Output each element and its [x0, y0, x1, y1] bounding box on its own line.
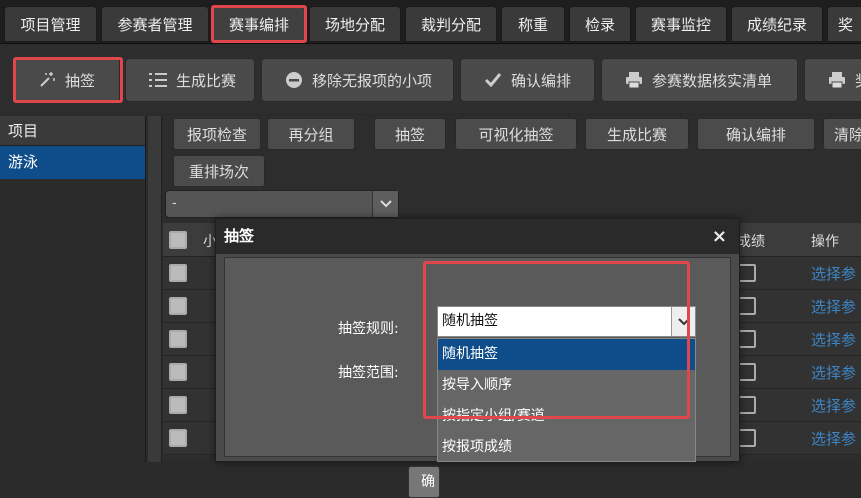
- chevron-down-icon: [671, 307, 695, 336]
- tab-participant-management[interactable]: 参赛者管理: [101, 6, 209, 42]
- generate-matches-sub-button[interactable]: 生成比赛: [585, 118, 689, 150]
- print-award-label: 奖: [855, 70, 861, 91]
- draw-lots-dialog: 抽签 × 抽签规则: 抽签范围: 随机抽签 随机抽签 按导入顺序 按指定小组/赛…: [215, 218, 740, 498]
- select-participant-link[interactable]: 选择参: [811, 428, 856, 449]
- tab-event-scheduling[interactable]: 赛事编排: [213, 6, 305, 42]
- visual-draw-button[interactable]: 可视化抽签: [455, 118, 577, 150]
- row-checkbox[interactable]: [169, 396, 187, 414]
- tab-event-monitor[interactable]: 赛事监控: [635, 6, 727, 42]
- minus-circle-icon: [284, 70, 304, 90]
- draw-lots-button[interactable]: 抽签: [14, 58, 120, 102]
- row-checkbox[interactable]: [169, 297, 187, 315]
- reschedule-button[interactable]: 重排场次: [173, 155, 265, 187]
- numbered-list-icon: [148, 70, 168, 90]
- tab-weigh-in[interactable]: 称重: [501, 6, 565, 42]
- select-participant-link[interactable]: 选择参: [811, 296, 856, 317]
- magic-wand-icon: [37, 70, 57, 90]
- dialog-title: 抽签: [224, 227, 255, 245]
- printer-icon: [827, 70, 847, 90]
- option-specified-group-lane[interactable]: 按指定小组/赛道: [438, 401, 695, 432]
- row-result-checkbox[interactable]: [738, 330, 756, 348]
- option-by-entry-results[interactable]: 按报项成绩: [438, 432, 695, 463]
- confirm-button[interactable]: 确: [408, 466, 440, 498]
- column-header-result: 成绩: [737, 234, 765, 250]
- print-verification-list-label: 参赛数据核实清单: [652, 71, 773, 90]
- top-tab-bar: 项目管理 参赛者管理 赛事编排 场地分配 裁判分配 称重 检录 赛事监控 成绩纪…: [0, 0, 861, 44]
- draw-rule-select[interactable]: 随机抽签: [437, 306, 696, 337]
- print-award-button[interactable]: 奖: [804, 58, 861, 102]
- row-checkbox[interactable]: [169, 330, 187, 348]
- row-result-checkbox[interactable]: [738, 297, 756, 315]
- chevron-down-icon: [372, 191, 398, 217]
- confirm-scheduling-sub-button[interactable]: 确认编排: [697, 118, 815, 150]
- select-all-checkbox[interactable]: [169, 231, 187, 249]
- dialog-body: 抽签规则: 抽签范围: 随机抽签 随机抽签 按导入顺序 按指定小组/赛道 按报项…: [224, 257, 731, 498]
- draw-rule-options: 随机抽签 按导入顺序 按指定小组/赛道 按报项成绩: [437, 338, 696, 462]
- row-checkbox[interactable]: [169, 264, 187, 282]
- filter-select[interactable]: -: [165, 190, 399, 218]
- clear-button[interactable]: 清除: [823, 118, 861, 150]
- splitter[interactable]: [148, 116, 162, 462]
- row-result-checkbox[interactable]: [738, 363, 756, 381]
- entry-check-button[interactable]: 报项检查: [173, 118, 261, 150]
- confirm-scheduling-button[interactable]: 确认编排: [460, 58, 595, 102]
- select-participant-link[interactable]: 选择参: [811, 362, 856, 383]
- tab-venue-assignment[interactable]: 场地分配: [309, 6, 401, 42]
- remove-empty-items-label: 移除无报项的小项: [312, 71, 433, 90]
- row-checkbox[interactable]: [169, 363, 187, 381]
- generate-matches-label: 生成比赛: [176, 71, 237, 90]
- project-sidebar: 项目 游泳: [0, 116, 146, 462]
- remove-empty-items-button[interactable]: 移除无报项的小项: [261, 58, 454, 102]
- dialog-title-bar: 抽签 ×: [216, 219, 739, 254]
- option-random-draw[interactable]: 随机抽签: [438, 339, 695, 370]
- row-result-checkbox[interactable]: [738, 396, 756, 414]
- tab-awards[interactable]: 奖: [827, 6, 861, 42]
- tab-referee-assignment[interactable]: 裁判分配: [405, 6, 497, 42]
- print-verification-list-button[interactable]: 参赛数据核实清单: [601, 58, 798, 102]
- draw-rule-select-value: 随机抽签: [442, 313, 498, 329]
- action-toolbar: 抽签 生成比赛 移除无报项的小项 确认编排 参赛数据核实清单 奖: [0, 45, 861, 113]
- select-participant-link[interactable]: 选择参: [811, 263, 856, 284]
- generate-matches-button[interactable]: 生成比赛: [125, 58, 255, 102]
- draw-rule-label: 抽签规则:: [338, 321, 399, 337]
- select-participant-link[interactable]: 选择参: [811, 395, 856, 416]
- draw-lots-label: 抽签: [65, 71, 96, 90]
- row-result-checkbox[interactable]: [738, 429, 756, 447]
- sidebar-header: 项目: [0, 116, 145, 146]
- printer-icon: [624, 70, 644, 90]
- option-import-order[interactable]: 按导入顺序: [438, 370, 695, 401]
- tab-project-management[interactable]: 项目管理: [4, 6, 97, 42]
- filter-select-value: -: [172, 196, 177, 211]
- regroup-button[interactable]: 再分组: [267, 118, 355, 150]
- tab-results-record[interactable]: 成绩纪录: [731, 6, 823, 42]
- column-header-action: 操作: [811, 234, 839, 250]
- draw-button[interactable]: 抽签: [374, 118, 446, 150]
- checkmark-icon: [483, 70, 503, 90]
- select-participant-link[interactable]: 选择参: [811, 329, 856, 350]
- close-icon[interactable]: ×: [712, 219, 727, 254]
- sidebar-item-swimming[interactable]: 游泳: [0, 146, 145, 179]
- row-checkbox[interactable]: [169, 429, 187, 447]
- draw-scope-label: 抽签范围:: [338, 365, 399, 381]
- tab-check-in[interactable]: 检录: [569, 6, 631, 42]
- confirm-scheduling-label: 确认编排: [511, 71, 572, 90]
- row-result-checkbox[interactable]: [738, 264, 756, 282]
